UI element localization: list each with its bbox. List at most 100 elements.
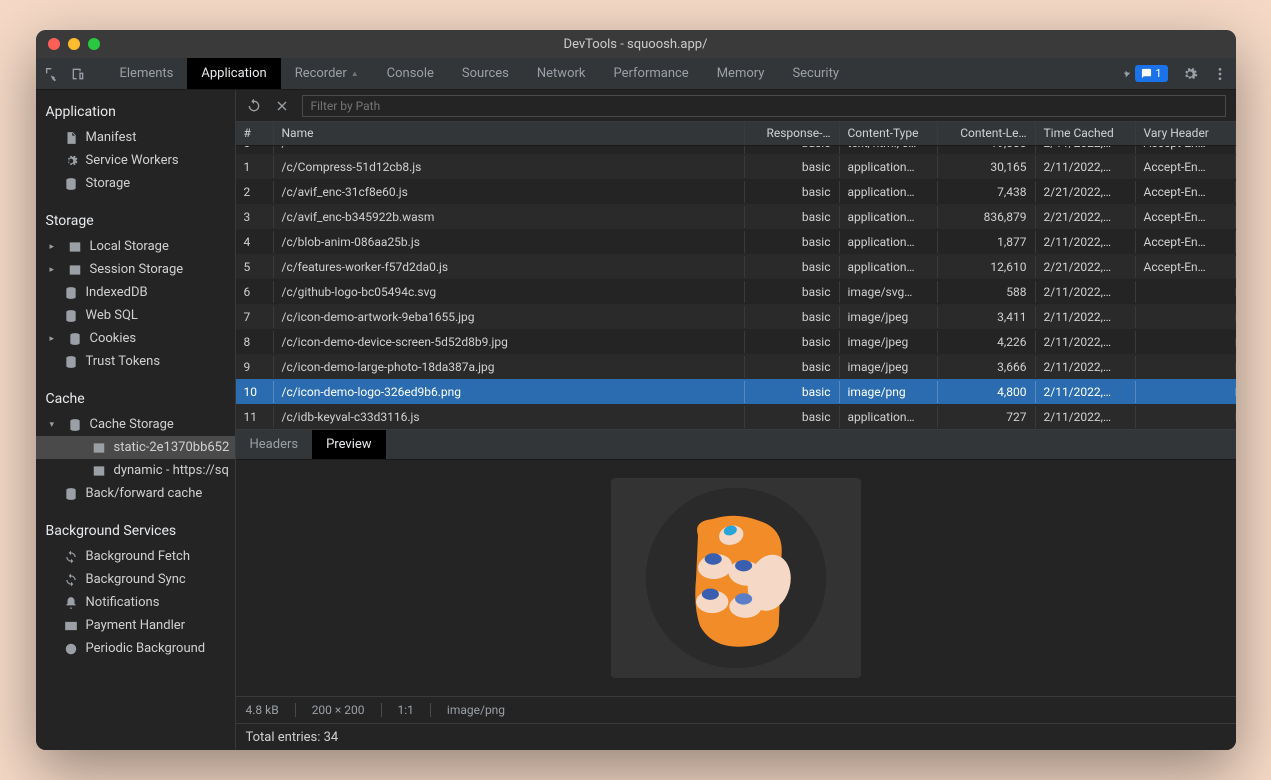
sidebar-bg-fetch[interactable]: Background Fetch (36, 545, 235, 568)
sidebar-service-workers[interactable]: Service Workers (36, 149, 235, 172)
section-cache: Cache (36, 385, 235, 413)
window-title: DevTools - squoosh.app/ (36, 37, 1236, 52)
col-time-cached[interactable]: Time Cached (1036, 122, 1136, 145)
table-icon (92, 441, 106, 455)
tab-preview[interactable]: Preview (312, 430, 385, 459)
section-bg-services: Background Services (36, 517, 235, 545)
tab-console[interactable]: Console (373, 58, 448, 89)
sidebar-bg-sync[interactable]: Background Sync (36, 568, 235, 591)
issues-badge[interactable]: 1 (1135, 65, 1167, 82)
table-row[interactable]: 3/c/avif_enc-b345922b.wasmbasicapplicati… (236, 204, 1236, 229)
col-name[interactable]: Name (274, 122, 745, 145)
sidebar-payment-handler[interactable]: Payment Handler (36, 614, 235, 637)
table-row[interactable]: 0/basictext/html, c…19,0882/11/2022,…Acc… (236, 146, 1236, 154)
document-icon (64, 131, 78, 145)
sidebar-cache-storage[interactable]: Cache Storage (36, 413, 235, 436)
bell-icon (64, 596, 78, 610)
preview-image (611, 478, 861, 678)
sidebar-cache-entry-dynamic[interactable]: dynamic - https://sq (36, 459, 235, 482)
col-response[interactable]: Response-… (745, 122, 840, 145)
total-entries: Total entries: 34 (246, 730, 339, 745)
tab-elements[interactable]: Elements (106, 58, 188, 89)
sidebar-websql[interactable]: Web SQL (36, 304, 235, 327)
more-tabs-icon[interactable] (1119, 66, 1135, 82)
col-content-length[interactable]: Content-Le… (938, 122, 1036, 145)
preview-statusbar: 4.8 kB 200 × 200 1:1 image/png (236, 696, 1236, 724)
cache-entries-table: # Name Response-… Content-Type Content-L… (236, 122, 1236, 430)
gear-icon (64, 154, 78, 168)
sidebar-periodic-bg[interactable]: Periodic Background (36, 637, 235, 660)
more-menu-icon[interactable] (1212, 66, 1228, 82)
database-icon (64, 355, 78, 369)
tab-security[interactable]: Security (778, 58, 853, 89)
table-row[interactable]: 4/c/blob-anim-086aa25b.jsbasicapplicatio… (236, 229, 1236, 254)
sidebar-storage[interactable]: Storage (36, 172, 235, 195)
table-row[interactable]: 8/c/icon-demo-device-screen-5d52d8b9.jpg… (236, 329, 1236, 354)
table-icon (68, 263, 82, 277)
cache-toolbar (236, 90, 1236, 122)
table-icon (68, 240, 82, 254)
table-header: # Name Response-… Content-Type Content-L… (236, 122, 1236, 146)
section-storage: Storage (36, 207, 235, 235)
table-row[interactable]: 5/c/features-worker-f57d2da0.jsbasicappl… (236, 254, 1236, 279)
device-toggle-icon[interactable] (70, 66, 86, 82)
clock-icon (64, 642, 78, 656)
status-ratio: 1:1 (398, 703, 414, 717)
sidebar-cache-entry-static[interactable]: static-2e1370bb652 (36, 436, 235, 459)
database-icon (68, 332, 82, 346)
main-tabbar: ElementsApplicationRecorder ▲ConsoleSour… (36, 58, 1236, 90)
table-icon (92, 464, 106, 478)
card-icon (64, 619, 78, 633)
inspect-icon[interactable] (44, 66, 60, 82)
sync-icon (64, 550, 78, 564)
tab-performance[interactable]: Performance (600, 58, 703, 89)
table-row[interactable]: 10/c/icon-demo-logo-326ed9b6.pngbasicima… (236, 379, 1236, 404)
table-row[interactable]: 11/c/idb-keyval-c33d3116.jsbasicapplicat… (236, 404, 1236, 429)
tab-memory[interactable]: Memory (703, 58, 779, 89)
table-row[interactable]: 7/c/icon-demo-artwork-9eba1655.jpgbasici… (236, 304, 1236, 329)
database-icon (68, 418, 82, 432)
sidebar-cookies[interactable]: Cookies (36, 327, 235, 350)
tab-sources[interactable]: Sources (448, 58, 523, 89)
col-content-type[interactable]: Content-Type (840, 122, 938, 145)
refresh-icon[interactable] (246, 98, 262, 114)
sidebar-session-storage[interactable]: Session Storage (36, 258, 235, 281)
table-row[interactable]: 2/c/avif_enc-31cf8e60.jsbasicapplication… (236, 179, 1236, 204)
sidebar-manifest[interactable]: Manifest (36, 126, 235, 149)
preview-tabbar: Headers Preview (236, 430, 1236, 460)
preview-pane (236, 460, 1236, 696)
issues-count: 1 (1155, 67, 1161, 80)
close-icon[interactable] (274, 98, 290, 114)
devtools-window: DevTools - squoosh.app/ ElementsApplicat… (36, 30, 1236, 750)
sidebar-indexeddb[interactable]: IndexedDB (36, 281, 235, 304)
tab-recorder[interactable]: Recorder ▲ (281, 58, 373, 89)
main-panel: # Name Response-… Content-Type Content-L… (236, 90, 1236, 750)
tab-application[interactable]: Application (187, 58, 280, 89)
status-dimensions: 200 × 200 (312, 703, 365, 717)
tab-network[interactable]: Network (523, 58, 600, 89)
footer: Total entries: 34 (236, 724, 1236, 750)
titlebar: DevTools - squoosh.app/ (36, 30, 1236, 58)
table-row[interactable]: 9/c/icon-demo-large-photo-18da387a.jpgba… (236, 354, 1236, 379)
sidebar-trust-tokens[interactable]: Trust Tokens (36, 350, 235, 373)
tab-headers[interactable]: Headers (236, 430, 313, 459)
issues-icon (1141, 68, 1152, 79)
database-icon (64, 309, 78, 323)
status-size: 4.8 kB (246, 703, 279, 717)
sidebar-local-storage[interactable]: Local Storage (36, 235, 235, 258)
database-icon (64, 487, 78, 501)
section-application: Application (36, 98, 235, 126)
table-row[interactable]: 1/c/Compress-51d12cb8.jsbasicapplication… (236, 154, 1236, 179)
database-icon (64, 286, 78, 300)
sidebar-bfcache[interactable]: Back/forward cache (36, 482, 235, 505)
sidebar-notifications[interactable]: Notifications (36, 591, 235, 614)
database-icon (64, 177, 78, 191)
table-row[interactable]: 6/c/github-logo-bc05494c.svgbasicimage/s… (236, 279, 1236, 304)
col-vary[interactable]: Vary Header (1136, 122, 1236, 145)
status-mime: image/png (447, 703, 505, 717)
application-sidebar: Application Manifest Service Workers Sto… (36, 90, 236, 750)
col-index[interactable]: # (236, 122, 274, 145)
filter-input[interactable] (302, 95, 1226, 117)
settings-icon[interactable] (1182, 66, 1198, 82)
squoosh-logo-icon (641, 483, 831, 673)
